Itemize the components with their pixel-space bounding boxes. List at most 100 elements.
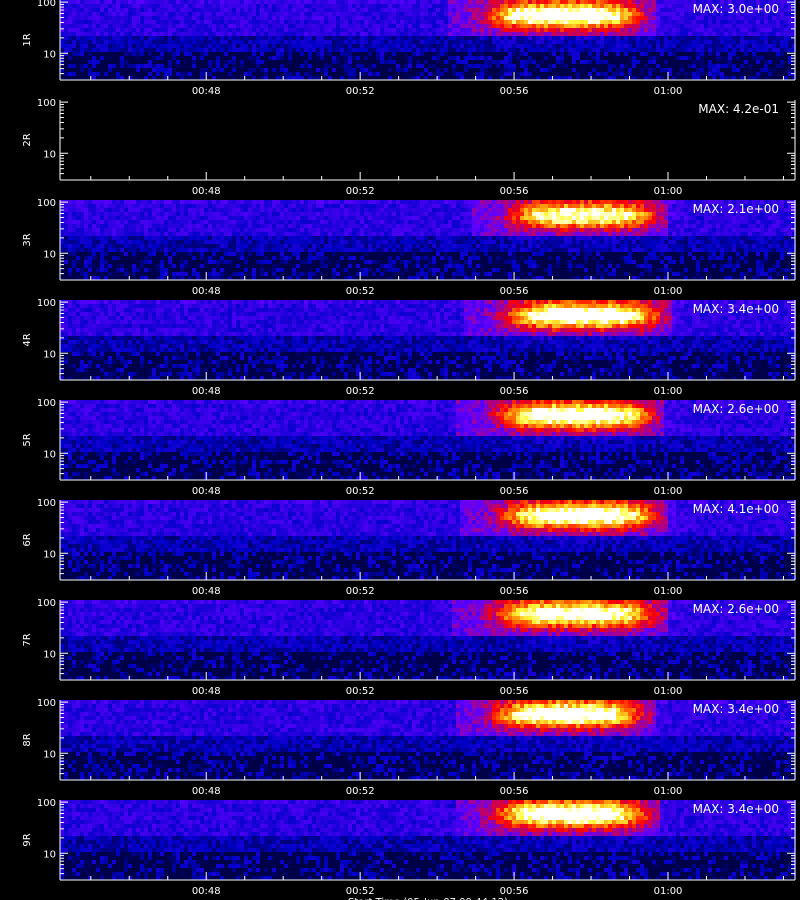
heatmap-cell [748,216,752,220]
heatmap-cell [440,16,444,20]
heatmap-cell [220,216,224,220]
heatmap-cell [588,16,592,20]
heatmap-cell [132,200,136,204]
heatmap-cell [104,28,108,32]
heatmap-cell [496,64,500,68]
heatmap-cell [552,200,556,204]
heatmap-cell [284,12,288,16]
heatmap-cell [272,32,276,36]
heatmap-cell [544,8,548,12]
heatmap-cell [268,8,272,12]
heatmap-cell [312,76,316,80]
heatmap-cell [72,208,76,212]
heatmap-cell [460,40,464,44]
heatmap-cell [352,76,356,80]
heatmap-cell [620,0,624,4]
heatmap-cell [680,76,684,80]
heatmap-cell [372,16,376,20]
heatmap-cell [520,12,524,16]
heatmap-cell [260,72,264,76]
heatmap-cell [236,0,240,4]
heatmap-cell [636,0,640,4]
heatmap-cell [88,212,92,216]
heatmap-cell [160,0,164,4]
heatmap-cell [444,48,448,52]
heatmap-cell [240,12,244,16]
heatmap-cell [600,8,604,12]
heatmap-cell [652,48,656,52]
heatmap-cell [284,200,288,204]
heatmap-cell [688,44,692,48]
heatmap-cell [392,64,396,68]
heatmap-cell [392,4,396,8]
heatmap-cell [148,36,152,40]
heatmap-cell [108,220,112,224]
heatmap-cell [112,44,116,48]
heatmap-cell [192,56,196,60]
heatmap-cell [488,64,492,68]
heatmap-cell [104,52,108,56]
heatmap-cell [348,224,352,228]
heatmap-cell [188,0,192,4]
heatmap-cell [364,64,368,68]
heatmap-cell [412,24,416,28]
heatmap-cell [404,56,408,60]
heatmap-cell [652,32,656,36]
heatmap-cell [200,208,204,212]
heatmap-cell [160,216,164,220]
heatmap-cell [236,60,240,64]
heatmap-cell [416,64,420,68]
heatmap-cell [464,212,468,216]
heatmap-cell [244,200,248,204]
heatmap-cell [580,204,584,208]
heatmap-cell [604,56,608,60]
heatmap-cell [172,224,176,228]
heatmap-cell [344,44,348,48]
heatmap-cell [568,28,572,32]
heatmap-cell [356,72,360,76]
heatmap-cell [652,44,656,48]
heatmap-cell [336,212,340,216]
heatmap-cell [300,204,304,208]
heatmap-cell [724,40,728,44]
heatmap-cell [144,12,148,16]
heatmap-cell [660,28,664,32]
heatmap-cell [700,44,704,48]
heatmap-cell [416,4,420,8]
heatmap-cell [740,52,744,56]
heatmap-cell [152,12,156,16]
heatmap-cell [276,32,280,36]
heatmap-cell [384,36,388,40]
heatmap-cell [284,28,288,32]
heatmap-cell [460,60,464,64]
heatmap-cell [168,76,172,80]
heatmap-cell [476,24,480,28]
heatmap-cell [524,56,528,60]
heatmap-cell [576,0,580,4]
heatmap-cell [460,52,464,56]
heatmap-cell [276,224,280,228]
heatmap-cell [220,220,224,224]
heatmap-cell [84,208,88,212]
heatmap-cell [488,44,492,48]
heatmap-cell [468,20,472,24]
heatmap-cell [404,52,408,56]
heatmap-cell [312,200,316,204]
heatmap-cell [560,72,564,76]
heatmap-cell [336,216,340,220]
heatmap-cell [312,68,316,72]
heatmap-cell [628,16,632,20]
heatmap-cell [132,20,136,24]
heatmap-cell [272,224,276,228]
heatmap-cell [188,32,192,36]
heatmap-cell [68,20,72,24]
heatmap-cell [784,216,788,220]
heatmap-cell [676,28,680,32]
heatmap-cell [64,24,68,28]
heatmap-cell [376,28,380,32]
heatmap-cell [392,16,396,20]
heatmap-cell [336,200,340,204]
heatmap-cell [168,208,172,212]
heatmap-cell [240,56,244,60]
heatmap-cell [500,32,504,36]
